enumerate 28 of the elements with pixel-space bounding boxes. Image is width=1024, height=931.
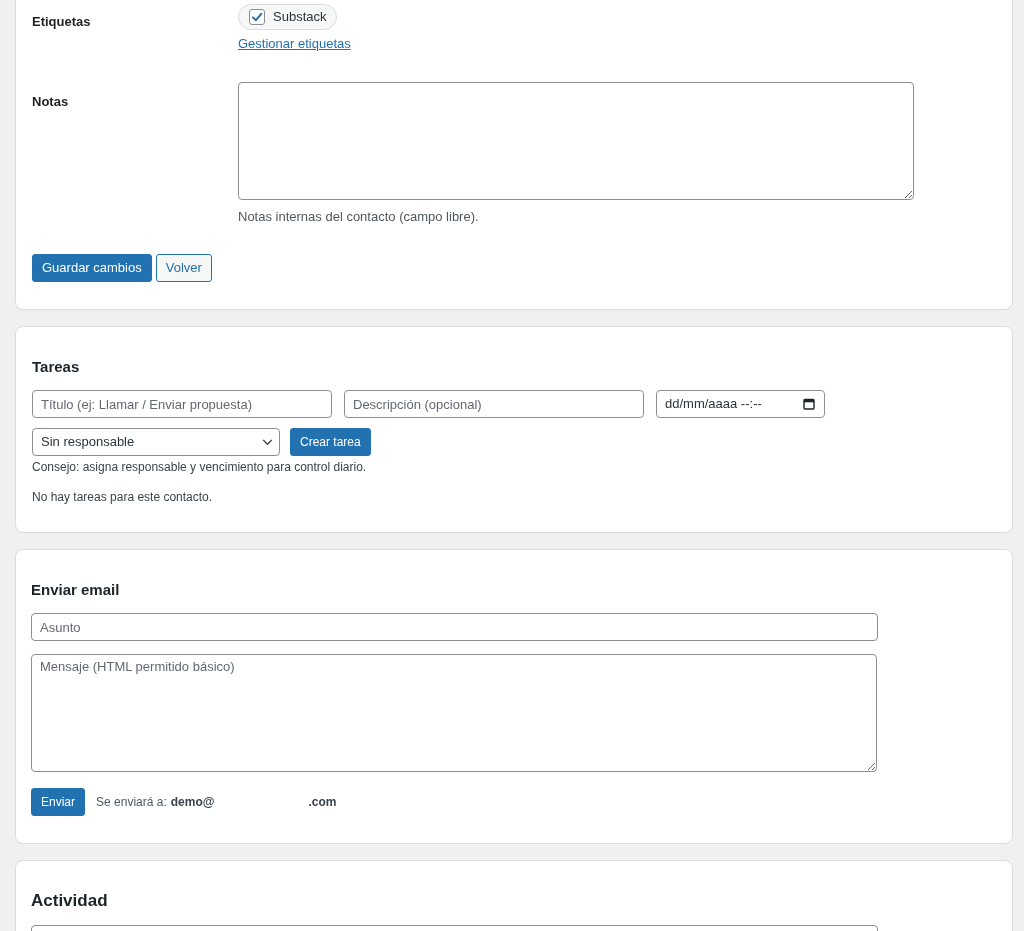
subject-input[interactable]: Asunto (31, 613, 878, 641)
send-button[interactable]: Enviar (31, 788, 85, 816)
empty-tasks-message: No hay tareas para este contacto. (32, 489, 214, 505)
chevron-down-icon (262, 438, 273, 446)
manage-tags-link[interactable]: Gestionar etiquetas (238, 36, 351, 52)
tag-label: Substack (273, 8, 327, 27)
tag-chip[interactable]: Substack (238, 4, 338, 30)
section-heading: Tareas (32, 357, 81, 377)
section-heading: Actividad (31, 890, 109, 912)
due-date-field[interactable]: dd/mm/aaaa --:-- (656, 390, 825, 418)
email-domain-text: .com (308, 794, 337, 811)
tip-text: Consejo: asigna responsable y vencimiento para control diario. (32, 459, 368, 475)
field-label: Notas (32, 94, 69, 109)
task-description-input[interactable]: Descripción (opcional) (344, 390, 644, 418)
field-label: Etiquetas (32, 14, 91, 29)
calendar-icon[interactable] (803, 398, 815, 410)
email-user-text: demo@ (170, 794, 215, 811)
help-text: Notas internas del contacto (campo libre). (238, 209, 480, 225)
assignee-select[interactable]: Sin responsable (32, 428, 280, 456)
checkbox[interactable] (249, 9, 265, 25)
section-heading: Enviar email (31, 580, 121, 600)
back-button[interactable]: Volver (155, 254, 212, 282)
create-task-button[interactable]: Crear tarea (290, 428, 371, 456)
check-icon (251, 11, 263, 23)
message-textarea[interactable]: Mensaje (HTML permitido básico) (31, 654, 877, 772)
recipient-label: Se enviará a: (96, 794, 167, 811)
task-title-input[interactable]: Título (ej: Llamar / Enviar propuesta) (32, 390, 332, 418)
save-button[interactable]: Guardar cambios (32, 254, 152, 282)
